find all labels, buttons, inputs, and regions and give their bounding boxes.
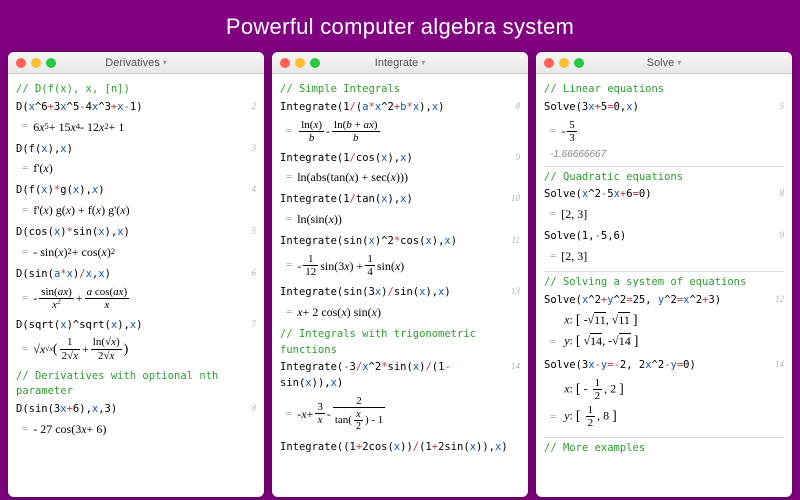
line-number: 6	[252, 267, 257, 281]
pane-derivatives: Derivatives▾ // D(f(x), x, [n]) D(x^6+3x…	[8, 52, 264, 497]
line-number: 9	[516, 151, 521, 165]
input-line[interactable]: Integrate(1/cos(x),x)9	[280, 151, 520, 167]
input-line[interactable]: D(sqrt(x)^sqrt(x),x)7	[16, 318, 256, 334]
input-line[interactable]: Solve(3x+5=0,x)5	[544, 100, 784, 116]
close-icon[interactable]	[544, 58, 554, 68]
comment: // Derivatives with optional nth paramet…	[16, 369, 256, 401]
tagline: Powerful computer algebra system	[0, 0, 800, 52]
zoom-icon[interactable]	[46, 58, 56, 68]
input-line[interactable]: D(cos(x)*sin(x),x)5	[16, 225, 256, 241]
separator	[544, 271, 784, 272]
titlebar[interactable]: Derivatives▾	[8, 52, 264, 74]
comment: // D(f(x), x, [n])	[16, 82, 256, 98]
line-number: 4	[252, 183, 257, 197]
output-line: = x: [ - 12, 2 ] = y: [ 12, 8 ]	[544, 374, 784, 432]
window-title[interactable]: Derivatives▾	[105, 57, 166, 69]
titlebar[interactable]: Solve▾	[536, 52, 792, 74]
output-line: = [2, 3]	[544, 203, 784, 225]
pane-integrate: Integrate▾ // Simple Integrals Integrate…	[272, 52, 528, 497]
input-line[interactable]: D(sin(a*x)/x,x)6	[16, 267, 256, 283]
chevron-down-icon: ▾	[163, 58, 167, 67]
line-number: 9	[780, 229, 785, 243]
input-line[interactable]: D(sin(3x+6),x,3)8	[16, 402, 256, 418]
input-line[interactable]: Integrate(1/(a*x^2+b*x),x)8	[280, 100, 520, 116]
line-number: 8	[516, 100, 521, 114]
pane-solve: Solve▾ // Linear equations Solve(3x+5=0,…	[536, 52, 792, 497]
line-number: 14	[511, 360, 520, 374]
window-controls	[280, 58, 320, 68]
output-line: = x: [ -√11, √11 ] = y: [ √14, -√14 ]	[544, 308, 784, 354]
titlebar[interactable]: Integrate▾	[272, 52, 528, 74]
line-number: 5	[252, 225, 257, 239]
separator	[544, 437, 784, 438]
input-line[interactable]: Integrate(1/tan(x),x)10	[280, 192, 520, 208]
comment: // Linear equations	[544, 82, 784, 98]
output-line: = - sin(x)2 + cos(x)2	[16, 241, 256, 263]
comment: // Simple Integrals	[280, 82, 520, 98]
output-line: = - x + 3x - 2tan(x2) - 1	[280, 392, 520, 436]
window-title[interactable]: Integrate▾	[375, 57, 425, 69]
input-line[interactable]: Solve(1,-5,6)9	[544, 229, 784, 245]
input-line[interactable]: Solve(x^2+y^2=25, y^2=x^2+3)12	[544, 293, 784, 309]
input-line[interactable]: Integrate(-3/x^2*sin(x)/(1-sin(x)),x)14	[280, 360, 520, 392]
comment: // Quadratic equations	[544, 170, 784, 186]
input-line[interactable]: Integrate(sin(3x)/sin(x),x)13	[280, 285, 520, 301]
separator	[544, 166, 784, 167]
line-number: 14	[775, 358, 784, 372]
input-line[interactable]: D(x^6+3x^5-4x^3+x-1)2	[16, 100, 256, 116]
output-line: = - 53	[544, 116, 784, 147]
line-number: 5	[780, 100, 785, 114]
pane-body[interactable]: // D(f(x), x, [n]) D(x^6+3x^5-4x^3+x-1)2…	[8, 74, 264, 497]
line-number: 8	[780, 187, 785, 201]
minimize-icon[interactable]	[559, 58, 569, 68]
input-line[interactable]: Integrate(sin(x)^2*cos(x),x)11	[280, 234, 520, 250]
window-controls	[16, 58, 56, 68]
chevron-down-icon: ▾	[677, 58, 681, 67]
comment: // Integrals with trigonometric function…	[280, 327, 520, 359]
line-number: 13	[511, 285, 520, 299]
zoom-icon[interactable]	[310, 58, 320, 68]
output-line: = [2, 3]	[544, 245, 784, 267]
panes-container: Derivatives▾ // D(f(x), x, [n]) D(x^6+3x…	[0, 52, 800, 497]
line-number: 8	[252, 402, 257, 416]
output-line: = 6x5 + 15x4 - 12x2 + 1	[16, 116, 256, 138]
numeric-value: -1.66666667	[544, 147, 784, 162]
input-line[interactable]: Integrate((1+2cos(x))/(1+2sin(x)),x)	[280, 440, 520, 456]
output-line: = - 27 cos(3x + 6)	[16, 418, 256, 440]
input-line[interactable]: Solve(3x-y=-2, 2x^2-y=0)14	[544, 358, 784, 374]
line-number: 2	[252, 100, 257, 114]
window-title[interactable]: Solve▾	[647, 57, 682, 69]
line-number: 10	[511, 192, 520, 206]
comment: // More examples	[544, 441, 784, 457]
chevron-down-icon: ▾	[421, 58, 425, 67]
output-line: = -sin(ax)x2 + a cos(ax)x	[16, 283, 256, 314]
line-number: 7	[252, 318, 257, 332]
minimize-icon[interactable]	[295, 58, 305, 68]
close-icon[interactable]	[16, 58, 26, 68]
input-line[interactable]: D(f(x),x)3	[16, 142, 256, 158]
pane-body[interactable]: // Simple Integrals Integrate(1/(a*x^2+b…	[272, 74, 528, 497]
line-number: 11	[512, 234, 520, 248]
output-line: = √x√x ( 12√x + ln(√x)2√x )	[16, 333, 256, 364]
output-line: = f'(x)	[16, 157, 256, 179]
pane-body[interactable]: // Linear equations Solve(3x+5=0,x)5 = -…	[536, 74, 792, 497]
input-line[interactable]: D(f(x)*g(x),x)4	[16, 183, 256, 199]
comment: // Solving a system of equations	[544, 275, 784, 291]
output-line: = f'(x) g(x) + f(x) g'(x)	[16, 199, 256, 221]
close-icon[interactable]	[280, 58, 290, 68]
input-line[interactable]: Solve(x^2-5x+6=0)8	[544, 187, 784, 203]
line-number: 12	[775, 293, 784, 307]
minimize-icon[interactable]	[31, 58, 41, 68]
window-controls	[544, 58, 584, 68]
output-line: = ln(x)b - ln(b + ax)b	[280, 116, 520, 147]
line-number: 3	[252, 142, 257, 156]
output-line: = ln(abs(tan(x) + sec(x)))	[280, 166, 520, 188]
zoom-icon[interactable]	[574, 58, 584, 68]
output-line: = ln(sin(x))	[280, 208, 520, 230]
output-line: = - 112 sin(3x) + 14 sin(x)	[280, 250, 520, 281]
output-line: = x + 2 cos(x) sin(x)	[280, 301, 520, 323]
